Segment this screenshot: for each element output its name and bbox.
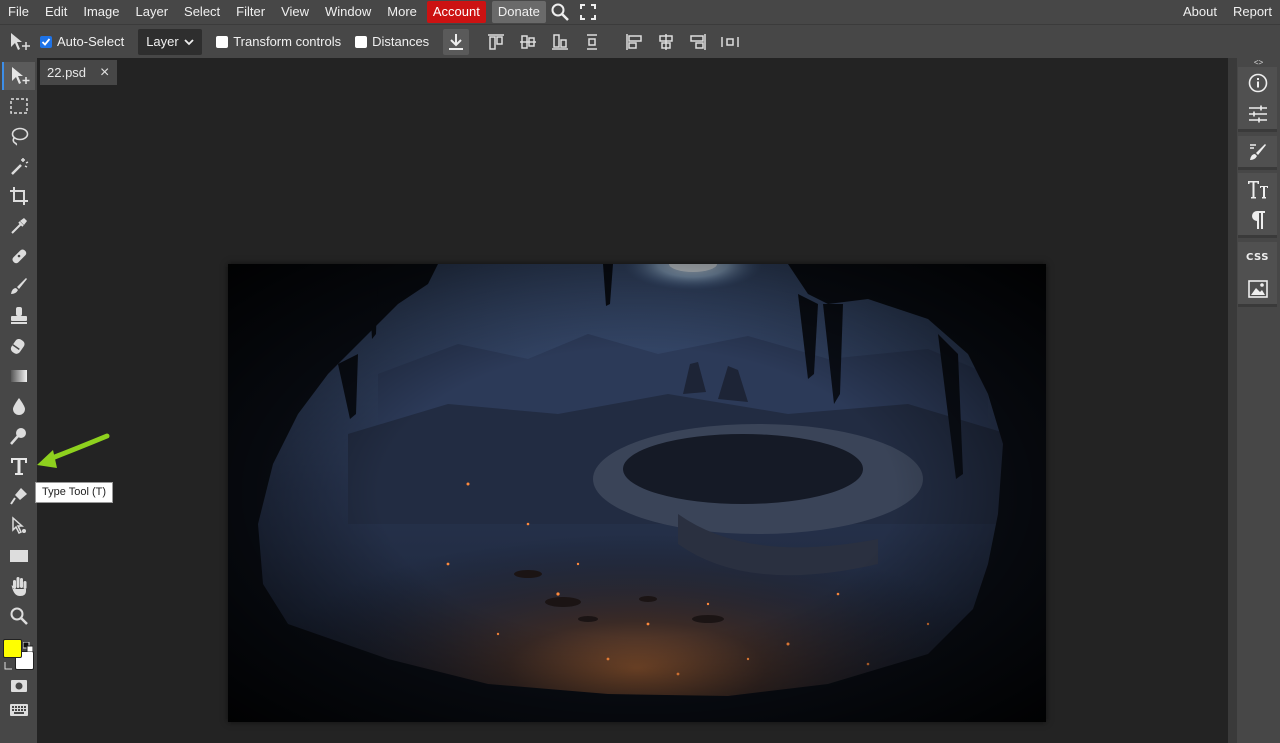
document-tab[interactable]: 22.psd × [40,60,117,85]
tools-panel [0,58,37,743]
right-panel-bar: <> CSS [1237,58,1280,743]
hand-icon[interactable] [2,572,35,600]
type-tool-icon[interactable] [2,452,35,480]
default-colors-icon[interactable] [22,640,34,655]
dropdown-value: Layer [146,34,179,49]
align-vertical-center-icon[interactable] [515,29,541,55]
annotation-arrow-icon [37,433,110,468]
panel-group-assets: CSS [1238,242,1277,307]
pen-icon[interactable] [2,482,35,510]
foreground-color-swatch[interactable] [3,639,22,658]
chevron-down-icon [184,38,194,45]
path-selection-icon[interactable] [2,512,35,540]
panel-group-brush [1238,136,1277,170]
checkbox-checked-icon [40,35,52,48]
transform-controls-checkbox[interactable]: Transform controls [216,34,341,49]
clone-stamp-icon[interactable] [2,302,35,330]
transform-controls-label: Transform controls [233,34,342,49]
distances-label: Distances [372,34,430,49]
rectangular-marquee-icon[interactable] [2,92,35,120]
menu-window[interactable]: Window [317,0,379,24]
fullscreen-icon[interactable] [574,0,602,24]
move-tool-icon[interactable] [2,62,35,90]
close-tab-icon[interactable]: × [100,64,109,82]
panel-divider[interactable] [1228,58,1237,743]
image-icon[interactable] [1238,273,1277,304]
panel-group-text [1238,173,1277,238]
dodge-icon[interactable] [2,422,35,450]
magic-wand-icon[interactable] [2,152,35,180]
lasso-icon[interactable] [2,122,35,150]
checkbox-unchecked-icon [355,35,368,48]
css-icon[interactable]: CSS [1238,242,1277,273]
crop-icon[interactable] [2,182,35,210]
gradient-icon[interactable] [2,362,35,390]
menu-more[interactable]: More [379,0,425,24]
align-bottom-icon[interactable] [547,29,573,55]
download-icon[interactable] [443,28,470,55]
move-tool-indicator-icon [0,25,40,59]
menu-select[interactable]: Select [176,0,228,24]
align-right-icon[interactable] [685,29,711,55]
align-horizontal-center-icon[interactable] [653,29,679,55]
align-left-icon[interactable] [621,29,647,55]
distances-checkbox[interactable]: Distances [355,34,429,49]
menu-about[interactable]: About [1175,0,1225,24]
eyedropper-icon[interactable] [2,212,35,240]
menu-view[interactable]: View [273,0,317,24]
auto-select-label: Auto-Select [57,34,125,49]
eraser-icon[interactable] [2,332,35,360]
menu-image[interactable]: Image [75,0,127,24]
menu-filter[interactable]: Filter [228,0,273,24]
account-button[interactable]: Account [426,1,486,23]
distribute-vertical-icon[interactable] [579,29,605,55]
document-canvas[interactable] [228,264,1046,722]
zoom-icon[interactable] [2,602,35,630]
panel-group-info [1238,67,1277,132]
type-tool-tooltip: Type Tool (T) [35,482,113,503]
cave-landscape-image [228,264,1046,722]
keyboard-icon[interactable] [2,696,35,724]
menu-file[interactable]: File [0,0,37,24]
menu-report[interactable]: Report [1225,0,1280,24]
rectangle-shape-icon[interactable] [2,542,35,570]
brush-settings-icon[interactable] [1238,136,1277,167]
options-bar: Auto-Select Layer Transform controls Dis… [0,24,1280,58]
donate-button[interactable]: Donate [491,1,546,23]
distribute-horizontal-icon[interactable] [717,29,743,55]
brush-icon[interactable] [2,272,35,300]
menu-bar: File Edit Image Layer Select Filter View… [0,0,1280,24]
character-icon[interactable] [1238,173,1277,204]
auto-select-checkbox[interactable]: Auto-Select [40,34,124,49]
menu-layer[interactable]: Layer [128,0,177,24]
healing-brush-icon[interactable] [2,242,35,270]
paragraph-icon[interactable] [1238,204,1277,235]
auto-select-target-dropdown[interactable]: Layer [138,28,203,55]
checkbox-unchecked-icon [216,35,229,48]
blur-drop-icon[interactable] [2,392,35,420]
align-top-icon[interactable] [483,29,509,55]
info-icon[interactable] [1238,67,1277,98]
adjustments-icon[interactable] [1238,98,1277,129]
document-tab-name: 22.psd [47,65,87,80]
menu-edit[interactable]: Edit [37,0,75,24]
collapse-panel-icon[interactable]: <> [1237,58,1280,67]
search-icon[interactable] [546,0,574,24]
